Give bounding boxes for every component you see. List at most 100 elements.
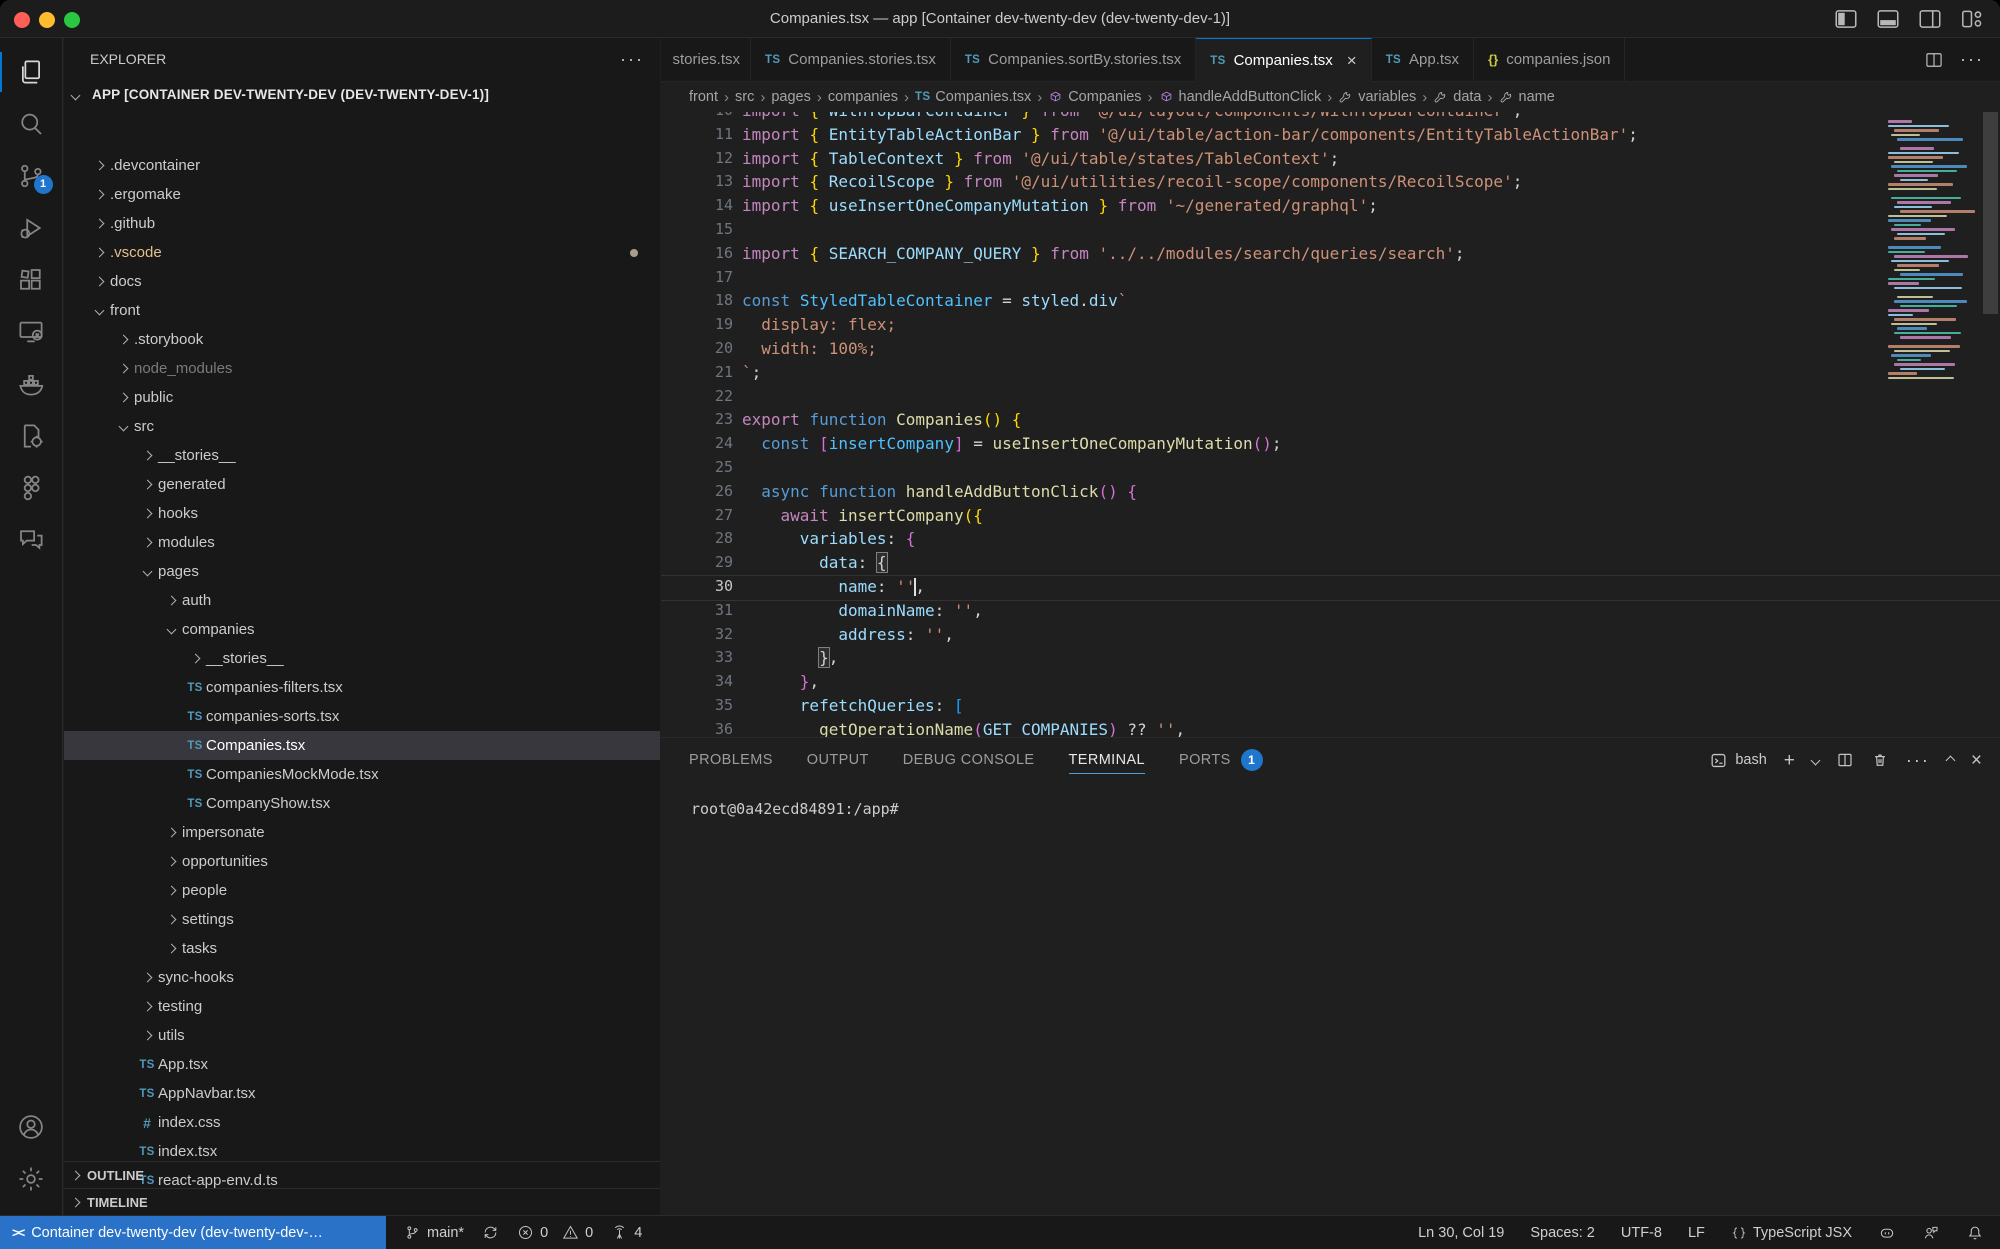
line-number[interactable]: 28 [661, 527, 742, 551]
line-number[interactable]: 36 [661, 718, 742, 737]
tree-folder-modules[interactable]: modules [64, 528, 660, 557]
line-number[interactable]: 15 [661, 218, 742, 242]
tree-folder-hooks[interactable]: hooks [64, 499, 660, 528]
toggle-sidebar-icon[interactable] [1832, 5, 1860, 33]
tree-file-companyshow-tsx[interactable]: TSCompanyShow.tsx [64, 789, 660, 818]
tree-folder-front[interactable]: front [64, 296, 660, 325]
tree-folder-pages[interactable]: pages [64, 557, 660, 586]
line-number[interactable]: 18 [661, 289, 742, 313]
status-ln-30-col-19[interactable]: Ln 30, Col 19 [1418, 1225, 1504, 1241]
tree-file-appnavbar-tsx[interactable]: TSAppNavbar.tsx [64, 1079, 660, 1108]
tree-folder-testing[interactable]: testing [64, 992, 660, 1021]
line-number[interactable]: 11 [661, 123, 742, 147]
tree-folder-generated[interactable]: generated [64, 470, 660, 499]
tree-folder--vscode[interactable]: .vscode [64, 238, 660, 267]
code-line-35[interactable]: 35 refetchQueries: [ [661, 694, 2000, 718]
toggle-panel-icon[interactable] [1874, 5, 1902, 33]
code-line-27[interactable]: 27 await insertCompany({ [661, 504, 2000, 528]
line-number[interactable]: 27 [661, 504, 742, 528]
line-number[interactable]: 17 [661, 266, 742, 290]
status-radio-tower[interactable]: 4 [611, 1224, 642, 1241]
tree-folder--ergomake[interactable]: .ergomake [64, 180, 660, 209]
activity-figma-button[interactable] [0, 462, 63, 514]
breadcrumb-item-handleaddbuttonclick[interactable]: handleAddButtonClick [1159, 89, 1322, 105]
line-number[interactable]: 13 [661, 170, 742, 194]
tree-file-companiesmockmode-tsx[interactable]: TSCompaniesMockMode.tsx [64, 760, 660, 789]
split-terminal-icon[interactable] [1836, 751, 1854, 769]
line-number[interactable]: 24 [661, 432, 742, 456]
tree-folder-src[interactable]: src [64, 412, 660, 441]
activity-files-button[interactable] [0, 46, 63, 98]
minimap[interactable] [1886, 112, 1976, 737]
outline-section[interactable]: OUTLINE [64, 1161, 660, 1188]
code-editor[interactable]: 10import { WithTopBarContainer } from '@… [661, 112, 2000, 737]
code-line-14[interactable]: 14import { useInsertOneCompanyMutation }… [661, 194, 2000, 218]
tree-folder-settings[interactable]: settings [64, 905, 660, 934]
code-line-15[interactable]: 15 [661, 218, 2000, 242]
tab-stories-tsx[interactable]: stories.tsx [661, 38, 751, 81]
customize-layout-icon[interactable] [1958, 5, 1986, 33]
code-line-36[interactable]: 36 getOperationName(GET_COMPANIES) ?? ''… [661, 718, 2000, 737]
code-line-24[interactable]: 24 const [insertCompany] = useInsertOneC… [661, 432, 2000, 456]
code-line-17[interactable]: 17 [661, 266, 2000, 290]
tree-folder--stories-[interactable]: __stories__ [64, 644, 660, 673]
panel-tab-terminal[interactable]: TERMINAL [1069, 738, 1146, 782]
tab-companies-sortby-stories-tsx[interactable]: TSCompanies.sortBy.stories.tsx [951, 38, 1196, 81]
line-number[interactable]: 16 [661, 242, 742, 266]
tree-folder--github[interactable]: .github [64, 209, 660, 238]
activity-settings-gear-button[interactable] [0, 1153, 63, 1205]
split-editor-icon[interactable] [1924, 50, 1944, 70]
status-utf-8[interactable]: UTF-8 [1621, 1225, 1662, 1241]
workspace-root-row[interactable]: APP [CONTAINER DEV-TWENTY-DEV (DEV-TWENT… [64, 80, 660, 109]
line-number[interactable]: 10 [661, 112, 742, 123]
remote-indicator[interactable]: >< Container dev-twenty-dev (dev-twenty-… [0, 1216, 386, 1249]
status-spaces-2[interactable]: Spaces: 2 [1530, 1225, 1595, 1241]
line-number[interactable]: 32 [661, 623, 742, 647]
breadcrumb-item-pages[interactable]: pages [771, 89, 811, 105]
code-line-28[interactable]: 28 variables: { [661, 527, 2000, 551]
tree-folder-node-modules[interactable]: node_modules [64, 354, 660, 383]
tree-file-companies-tsx[interactable]: TSCompanies.tsx [64, 731, 660, 760]
terminal-content[interactable]: root@0a42ecd84891:/app# [661, 782, 2000, 818]
activity-docker-button[interactable] [0, 358, 63, 410]
activity-dev-container-button[interactable] [0, 410, 63, 462]
panel-tab-debug-console[interactable]: DEBUG CONSOLE [903, 738, 1035, 782]
panel-tab-output[interactable]: OUTPUT [807, 738, 869, 782]
tree-folder--storybook[interactable]: .storybook [64, 325, 660, 354]
tree-file-app-tsx[interactable]: TSApp.tsx [64, 1050, 660, 1079]
line-number[interactable]: 30 [661, 575, 742, 599]
tree-folder-docs[interactable]: docs [64, 267, 660, 296]
close-tab-icon[interactable]: × [1347, 51, 1357, 71]
code-line-16[interactable]: 16import { SEARCH_COMPANY_QUERY } from '… [661, 242, 2000, 266]
status-feedback[interactable] [1922, 1224, 1940, 1242]
code-line-26[interactable]: 26 async function handleAddButtonClick()… [661, 480, 2000, 504]
panel-more-icon[interactable]: ··· [1906, 750, 1930, 771]
line-number[interactable]: 22 [661, 385, 742, 409]
kill-terminal-icon[interactable] [1871, 751, 1889, 769]
activity-run-debug-button[interactable] [0, 202, 63, 254]
tree-folder-sync-hooks[interactable]: sync-hooks [64, 963, 660, 992]
toggle-secondary-sidebar-icon[interactable] [1916, 5, 1944, 33]
line-number[interactable]: 20 [661, 337, 742, 361]
breadcrumb-item-front[interactable]: front [689, 89, 718, 105]
status-branch[interactable]: main* [404, 1224, 464, 1241]
status-error[interactable]: 00 [517, 1224, 593, 1241]
status-lf[interactable]: LF [1688, 1225, 1705, 1241]
code-line-20[interactable]: 20 width: 100%; [661, 337, 2000, 361]
maximize-panel-icon[interactable] [1947, 757, 1954, 764]
terminal-shell-item[interactable]: bash [1709, 751, 1766, 770]
breadcrumb-item-variables[interactable]: variables [1338, 89, 1416, 105]
line-number[interactable]: 19 [661, 313, 742, 337]
activity-search-button[interactable] [0, 98, 63, 150]
code-line-18[interactable]: 18const StyledTableContainer = styled.di… [661, 289, 2000, 313]
new-terminal-icon[interactable]: + [1784, 751, 1795, 770]
timeline-section[interactable]: TIMELINE [64, 1188, 660, 1215]
tree-folder-opportunities[interactable]: opportunities [64, 847, 660, 876]
activity-remote-explorer-button[interactable] [0, 306, 63, 358]
code-line-29[interactable]: 29 data: { [661, 551, 2000, 575]
line-number[interactable]: 25 [661, 456, 742, 480]
tab-app-tsx[interactable]: TSApp.tsx [1372, 38, 1474, 81]
tree-folder-companies[interactable]: companies [64, 615, 660, 644]
line-number[interactable]: 33 [661, 646, 742, 670]
close-panel-icon[interactable]: × [1971, 751, 1982, 770]
